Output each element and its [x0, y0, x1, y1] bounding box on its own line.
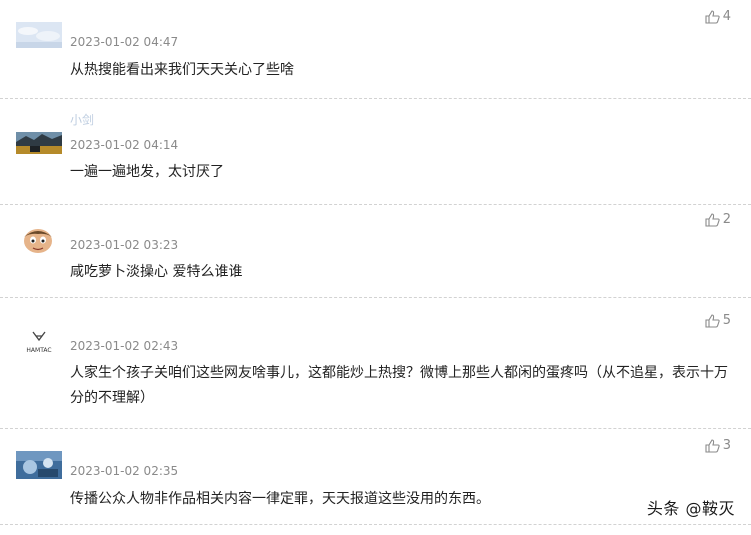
- comment-text: 从热搜能看出来我们天天关心了些啥: [70, 62, 294, 78]
- comment-item: 2023-01-02 02:35 传播公众人物非作品相关内容一律定罪，天天报道这…: [0, 429, 751, 525]
- logo-avatar[interactable]: HAMTAC: [16, 328, 62, 356]
- comment-time: 2023-01-02 04:14: [70, 138, 179, 152]
- thumbs-up-icon: [705, 313, 720, 328]
- landscape-avatar[interactable]: [16, 124, 62, 154]
- comment-time: 2023-01-02 04:47: [70, 35, 179, 49]
- thumbs-up-icon: [705, 9, 720, 24]
- like-button[interactable]: 2: [705, 212, 731, 227]
- watermark: 头条 @鞍灭: [646, 499, 735, 518]
- comment-item: 小剑 2023-01-02 04:14 一遍一遍地发，太讨厌了: [0, 99, 751, 205]
- comment-item: HAMTAC 2023-01-02 02:43 人家生个孩子关咱们这些网友啥事儿…: [0, 298, 751, 429]
- comment-item: 2023-01-02 03:23 咸吃萝卜淡操心 爱特么谁谁 2: [0, 205, 751, 298]
- comment-text: 一遍一遍地发，太讨厌了: [70, 164, 224, 180]
- comment-text: 咸吃萝卜淡操心 爱特么谁谁: [70, 264, 243, 280]
- comment-item: 2023-01-02 04:47 从热搜能看出来我们天天关心了些啥 4: [0, 0, 751, 99]
- svg-text:HAMTAC: HAMTAC: [26, 347, 51, 354]
- comment-time: 2023-01-02 02:35: [70, 464, 179, 478]
- like-button[interactable]: 4: [705, 9, 731, 24]
- comment-username[interactable]: 小剑: [70, 111, 94, 128]
- comment-text: 人家生个孩子关咱们这些网友啥事儿，这都能炒上热搜？微博上那些人都闲的蛋疼吗（从不…: [70, 365, 728, 406]
- comment-time: 2023-01-02 02:43: [70, 339, 179, 353]
- like-count: 4: [722, 9, 731, 24]
- comment-time: 2023-01-02 03:23: [70, 238, 179, 252]
- thumbs-up-icon: [705, 212, 720, 227]
- cartoon-face-avatar[interactable]: [16, 225, 60, 255]
- like-count: 3: [722, 438, 731, 453]
- comment-list: 2023-01-02 04:47 从热搜能看出来我们天天关心了些啥 4 小剑 2…: [0, 0, 751, 535]
- blue-photo-avatar[interactable]: [16, 451, 62, 479]
- sky-avatar[interactable]: [16, 22, 62, 48]
- like-button[interactable]: 5: [705, 313, 731, 328]
- comment-text: 传播公众人物非作品相关内容一律定罪，天天报道这些没用的东西。: [70, 491, 490, 507]
- like-count: 2: [722, 212, 731, 227]
- thumbs-up-icon: [705, 438, 720, 453]
- like-count: 5: [722, 313, 731, 328]
- like-button[interactable]: 3: [705, 438, 731, 453]
